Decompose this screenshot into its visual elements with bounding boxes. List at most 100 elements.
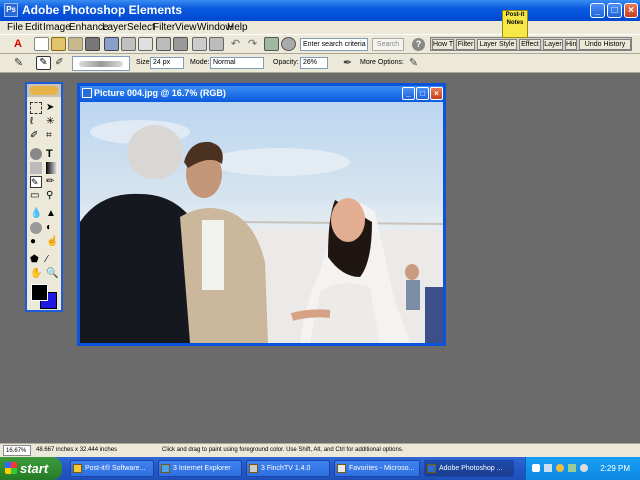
more-options-brush-icon[interactable]: ✎ [406, 56, 421, 70]
online-services-icon[interactable] [192, 37, 207, 51]
menu-view[interactable]: View [175, 21, 197, 34]
system-tray: 2:29 PM [525, 457, 640, 480]
search-button[interactable]: Search [372, 38, 404, 51]
app-titlebar[interactable]: Ps Adobe Photoshop Elements _ □ × [0, 0, 640, 21]
color-variations-icon[interactable] [281, 37, 296, 51]
browse-icon[interactable] [68, 37, 83, 51]
tab-layer-styles[interactable]: Layer Style [477, 39, 517, 50]
marquee-tool-icon[interactable] [30, 102, 42, 114]
task-photoshop[interactable]: Adobe Photoshop ... [424, 460, 514, 477]
impressionist-brush-icon[interactable]: ✐ [52, 56, 67, 70]
image-canvas[interactable] [80, 102, 443, 343]
postit-task-icon [73, 464, 82, 473]
tray-volume-icon[interactable] [544, 464, 552, 472]
menu-select[interactable]: Select [127, 21, 155, 34]
eraser-tool-icon[interactable]: ▭ [30, 190, 42, 202]
clock[interactable]: 2:29 PM [600, 457, 630, 480]
adobe-logo-icon[interactable]: A [14, 37, 29, 51]
crop-tool-icon[interactable]: ⌗ [46, 130, 58, 142]
opacity-field[interactable]: 26% [300, 57, 328, 69]
blur-tool-icon[interactable]: 💧 [30, 208, 42, 220]
close-button[interactable]: × [624, 3, 638, 18]
sponge-tool-icon[interactable] [30, 222, 42, 234]
brush-preset-picker[interactable] [72, 56, 130, 71]
document-titlebar[interactable]: Picture 004.jpg @ 16.7% (RGB) _ □ × [80, 86, 443, 102]
menu-edit[interactable]: Edit [25, 21, 42, 34]
quick-fix-icon[interactable] [264, 37, 279, 51]
taskbar: start Post-it® Software... 3 Internet Ex… [0, 457, 640, 480]
menu-image[interactable]: Image [43, 21, 71, 34]
custom-shape-icon[interactable]: ⬟ [30, 254, 42, 266]
paint-bucket-icon[interactable] [30, 162, 42, 174]
gradient-tool-icon[interactable] [46, 162, 58, 174]
burn-tool-icon[interactable]: ● [30, 236, 42, 248]
task-finchtv[interactable]: 3 FinchTV 1.4.0 [246, 460, 330, 477]
import-icon[interactable] [85, 37, 100, 51]
lasso-tool-icon[interactable]: ℓ [30, 116, 42, 128]
size-field[interactable]: 24 px [150, 57, 184, 69]
task-internet-explorer[interactable]: 3 Internet Explorer [158, 460, 242, 477]
task-postit[interactable]: Post-it® Software... [70, 460, 154, 477]
move-tool-icon[interactable]: ➤ [46, 102, 58, 114]
smudge-tool-icon[interactable]: ☝ [46, 236, 58, 248]
print-icon[interactable] [156, 37, 171, 51]
zoom-tool-icon[interactable]: 🔍 [46, 268, 58, 280]
minimize-button[interactable]: _ [590, 3, 605, 18]
tray-network-icon[interactable] [532, 464, 540, 472]
search-input[interactable]: Enter search criteria [300, 38, 368, 51]
save-for-web-icon[interactable] [121, 37, 136, 51]
save-icon[interactable] [104, 37, 119, 51]
brush-tool-icon[interactable]: ✎ [30, 176, 42, 188]
tab-undo-history[interactable]: Undo History [579, 39, 631, 50]
tab-effects[interactable]: Effect [519, 39, 541, 50]
selection-brush-icon[interactable]: ✐ [30, 130, 42, 142]
maximize-button[interactable]: □ [607, 3, 622, 18]
tab-filters[interactable]: Filter [456, 39, 475, 50]
doc-minimize-button[interactable]: _ [402, 87, 415, 100]
pencil-tool-icon[interactable]: ✏ [46, 176, 58, 188]
sharpen-tool-icon[interactable]: ▲ [46, 208, 58, 220]
doc-maximize-button[interactable]: □ [416, 87, 429, 100]
type-tool-icon[interactable]: T [46, 148, 58, 160]
postit-notes-icon[interactable]: Post-it Notes [502, 10, 528, 38]
brush-mode-icon[interactable]: ✎ [36, 56, 51, 70]
airbrush-icon[interactable]: ✒ [340, 56, 355, 70]
task-finchtv-label: 3 FinchTV 1.4.0 [261, 465, 311, 472]
ie-task-icon [161, 464, 170, 473]
menu-help[interactable]: Help [227, 21, 248, 34]
attach-email-icon[interactable] [209, 37, 224, 51]
task-favorites[interactable]: Favorites - Microso... [334, 460, 420, 477]
clone-stamp-icon[interactable]: ⚲ [46, 190, 58, 202]
tab-layers[interactable]: Layer [543, 39, 563, 50]
brush-tool-icon[interactable]: ✎ [14, 56, 29, 70]
email-icon[interactable] [173, 37, 188, 51]
tab-hints[interactable]: Hin [565, 39, 577, 50]
menu-file[interactable]: File [7, 21, 23, 34]
zoom-field[interactable]: 16.67% [3, 445, 31, 456]
menu-layer[interactable]: Layer [102, 21, 127, 34]
doc-close-button[interactable]: × [430, 87, 443, 100]
foreground-color-swatch[interactable] [31, 284, 48, 301]
tray-security-icon[interactable] [556, 464, 564, 472]
step-forward-icon[interactable]: ↷ [245, 37, 260, 51]
document-icon [82, 88, 92, 98]
dodge-tool-icon[interactable]: ◐ [46, 222, 58, 234]
document-size-info[interactable]: 48.667 inches x 32.444 inches [34, 445, 154, 456]
print-preview-icon[interactable] [138, 37, 153, 51]
mode-select[interactable]: Normal [210, 57, 264, 69]
tray-app-icon[interactable] [568, 464, 576, 472]
tray-update-icon[interactable] [580, 464, 588, 472]
open-folder-icon[interactable] [51, 37, 66, 51]
new-file-icon[interactable] [34, 37, 49, 51]
hand-tool-icon[interactable]: ✋ [30, 268, 42, 280]
step-backward-icon[interactable]: ↶ [228, 37, 243, 51]
toolbox: ➤ ℓ ✳ ✐ ⌗ T ✎ ✏ ▭ ⚲ 💧 ▲ ◐ ● ☝ ⬟ ⁄ ✋ 🔍 [25, 82, 63, 312]
menu-filter[interactable]: Filter [153, 21, 175, 34]
magic-wand-icon[interactable]: ✳ [46, 116, 58, 128]
toolbox-header[interactable] [27, 84, 61, 97]
eyedropper-icon[interactable]: ⁄ [46, 254, 58, 266]
start-button[interactable]: start [0, 457, 62, 480]
help-icon[interactable]: ? [412, 38, 425, 51]
tab-how-to[interactable]: How T [432, 39, 454, 50]
red-eye-tool-icon[interactable] [30, 148, 42, 160]
